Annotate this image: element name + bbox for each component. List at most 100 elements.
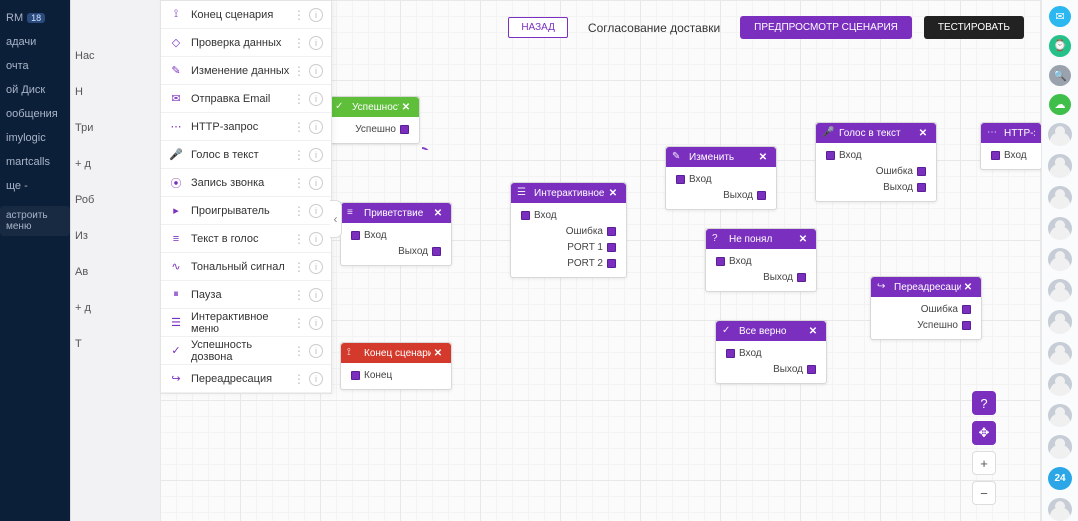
avatar[interactable] xyxy=(1048,373,1072,396)
close-icon[interactable]: ✕ xyxy=(756,152,770,163)
palette-item[interactable]: ✎Изменение данных⋮i xyxy=(161,57,331,85)
info-icon[interactable]: i xyxy=(309,148,323,162)
palette-item[interactable]: ⏸Пауза⋮i xyxy=(161,281,331,309)
node-speech-to-text[interactable]: 🎤Голос в текст✕ Вход Ошибка Выход xyxy=(815,122,937,202)
palette-item[interactable]: ⦿Запись звонка⋮i xyxy=(161,169,331,197)
preview-button[interactable]: предпросмотр сценария xyxy=(740,16,912,39)
info-icon[interactable]: i xyxy=(309,372,323,386)
info-icon[interactable]: i xyxy=(309,120,323,134)
close-icon[interactable]: ✕ xyxy=(431,208,445,219)
bg-sidebar-item[interactable]: очта xyxy=(0,54,70,78)
drag-handle-icon[interactable]: ⋮ xyxy=(293,120,305,134)
zoom-out-button[interactable]: − xyxy=(972,481,996,505)
fit-button[interactable]: ✥ xyxy=(972,421,996,445)
close-icon[interactable]: ✕ xyxy=(806,326,820,337)
drag-handle-icon[interactable]: ⋮ xyxy=(293,260,305,274)
drag-handle-icon[interactable]: ⋮ xyxy=(293,232,305,246)
port-out[interactable] xyxy=(962,305,971,314)
bg-sidebar-setup[interactable]: астроить меню xyxy=(0,206,70,236)
port-in[interactable] xyxy=(826,151,835,160)
drag-handle-icon[interactable]: ⋮ xyxy=(293,176,305,190)
palette-item[interactable]: ≡Текст в голос⋮i xyxy=(161,225,331,253)
port-in[interactable] xyxy=(676,175,685,184)
zoom-in-button[interactable]: + xyxy=(972,451,996,475)
drag-handle-icon[interactable]: ⋮ xyxy=(293,344,305,358)
avatar[interactable] xyxy=(1048,279,1072,302)
test-button[interactable]: тестировать xyxy=(924,16,1024,39)
port-out[interactable] xyxy=(607,259,616,268)
port-out[interactable] xyxy=(917,183,926,192)
drag-handle-icon[interactable]: ⋮ xyxy=(293,36,305,50)
node-end[interactable]: ⟟Конец сценария✕ Конец xyxy=(340,342,452,390)
palette-item[interactable]: ▸Проигрыватель⋮i xyxy=(161,197,331,225)
port-in[interactable] xyxy=(991,151,1000,160)
avatar[interactable] xyxy=(1048,498,1072,521)
close-icon[interactable]: ✕ xyxy=(796,234,810,245)
rail-icon[interactable]: ☁ xyxy=(1049,94,1071,115)
info-icon[interactable]: i xyxy=(309,64,323,78)
node-http[interactable]: ⋯HTTP-запрос Вход xyxy=(980,122,1042,170)
drag-handle-icon[interactable]: ⋮ xyxy=(293,8,305,22)
port-out[interactable] xyxy=(917,167,926,176)
palette-item[interactable]: 🎤Голос в текст⋮i xyxy=(161,141,331,169)
palette-item[interactable]: ⋯HTTP-запрос⋮i xyxy=(161,113,331,141)
palette-item[interactable]: ✉Отправка Email⋮i xyxy=(161,85,331,113)
palette-item[interactable]: ⟟Конец сценария⋮i xyxy=(161,1,331,29)
palette-item[interactable]: ∿Тональный сигнал⋮i xyxy=(161,253,331,281)
bitrix24-icon[interactable]: 24 xyxy=(1048,467,1072,490)
port-in[interactable] xyxy=(521,211,530,220)
back-button[interactable]: назад xyxy=(508,17,568,38)
close-icon[interactable]: ✕ xyxy=(399,102,413,113)
palette-item[interactable]: ✓Успешность дозвона⋮i xyxy=(161,337,331,365)
avatar[interactable] xyxy=(1048,123,1072,146)
drag-handle-icon[interactable]: ⋮ xyxy=(293,372,305,386)
node-call-success[interactable]: ✓Успешность дозвона✕ Успешно xyxy=(328,96,420,144)
help-button[interactable]: ? xyxy=(972,391,996,415)
bg-sidebar-item[interactable]: ой Диск xyxy=(0,78,70,102)
info-icon[interactable]: i xyxy=(309,344,323,358)
info-icon[interactable]: i xyxy=(309,260,323,274)
avatar[interactable] xyxy=(1048,217,1072,240)
drag-handle-icon[interactable]: ⋮ xyxy=(293,204,305,218)
drag-handle-icon[interactable]: ⋮ xyxy=(293,316,305,330)
avatar[interactable] xyxy=(1048,186,1072,209)
drag-handle-icon[interactable]: ⋮ xyxy=(293,148,305,162)
bg-sidebar-item[interactable]: martcalls xyxy=(0,150,70,174)
node-not-understood[interactable]: ?Не понял✕ Вход Выход xyxy=(705,228,817,292)
bg-sidebar-item[interactable]: адачи xyxy=(0,30,70,54)
info-icon[interactable]: i xyxy=(309,8,323,22)
close-icon[interactable]: ✕ xyxy=(431,348,445,359)
port-out[interactable] xyxy=(400,125,409,134)
rail-icon[interactable]: ⌚ xyxy=(1049,35,1071,56)
palette-item[interactable]: ◇Проверка данных⋮i xyxy=(161,29,331,57)
info-icon[interactable]: i xyxy=(309,316,323,330)
avatar[interactable] xyxy=(1048,248,1072,271)
avatar[interactable] xyxy=(1048,342,1072,365)
port-out[interactable] xyxy=(607,227,616,236)
avatar[interactable] xyxy=(1048,154,1072,177)
port-in[interactable] xyxy=(716,257,725,266)
avatar[interactable] xyxy=(1048,435,1072,458)
rail-icon[interactable]: 🔍 xyxy=(1049,65,1071,86)
port-in[interactable] xyxy=(351,231,360,240)
avatar[interactable] xyxy=(1048,404,1072,427)
port-out[interactable] xyxy=(962,321,971,330)
port-in[interactable] xyxy=(351,371,360,380)
bg-sidebar-item[interactable]: ще - xyxy=(0,174,70,198)
close-icon[interactable]: ✕ xyxy=(916,128,930,139)
info-icon[interactable]: i xyxy=(309,92,323,106)
port-out[interactable] xyxy=(797,273,806,282)
node-confirm[interactable]: ✓Все верно✕ Вход Выход xyxy=(715,320,827,384)
drag-handle-icon[interactable]: ⋮ xyxy=(293,92,305,106)
palette-collapse-handle[interactable]: ‹ xyxy=(330,200,342,238)
info-icon[interactable]: i xyxy=(309,36,323,50)
close-icon[interactable]: ✕ xyxy=(606,188,620,199)
bg-sidebar-item[interactable]: imylogic xyxy=(0,126,70,150)
node-greeting[interactable]: ≡Приветствие✕ Вход Выход xyxy=(340,202,452,266)
info-icon[interactable]: i xyxy=(309,288,323,302)
info-icon[interactable]: i xyxy=(309,204,323,218)
port-out[interactable] xyxy=(607,243,616,252)
palette-item[interactable]: ↪Переадресация⋮i xyxy=(161,365,331,393)
palette-item[interactable]: ☰Интерактивное меню⋮i xyxy=(161,309,331,337)
port-out[interactable] xyxy=(807,365,816,374)
